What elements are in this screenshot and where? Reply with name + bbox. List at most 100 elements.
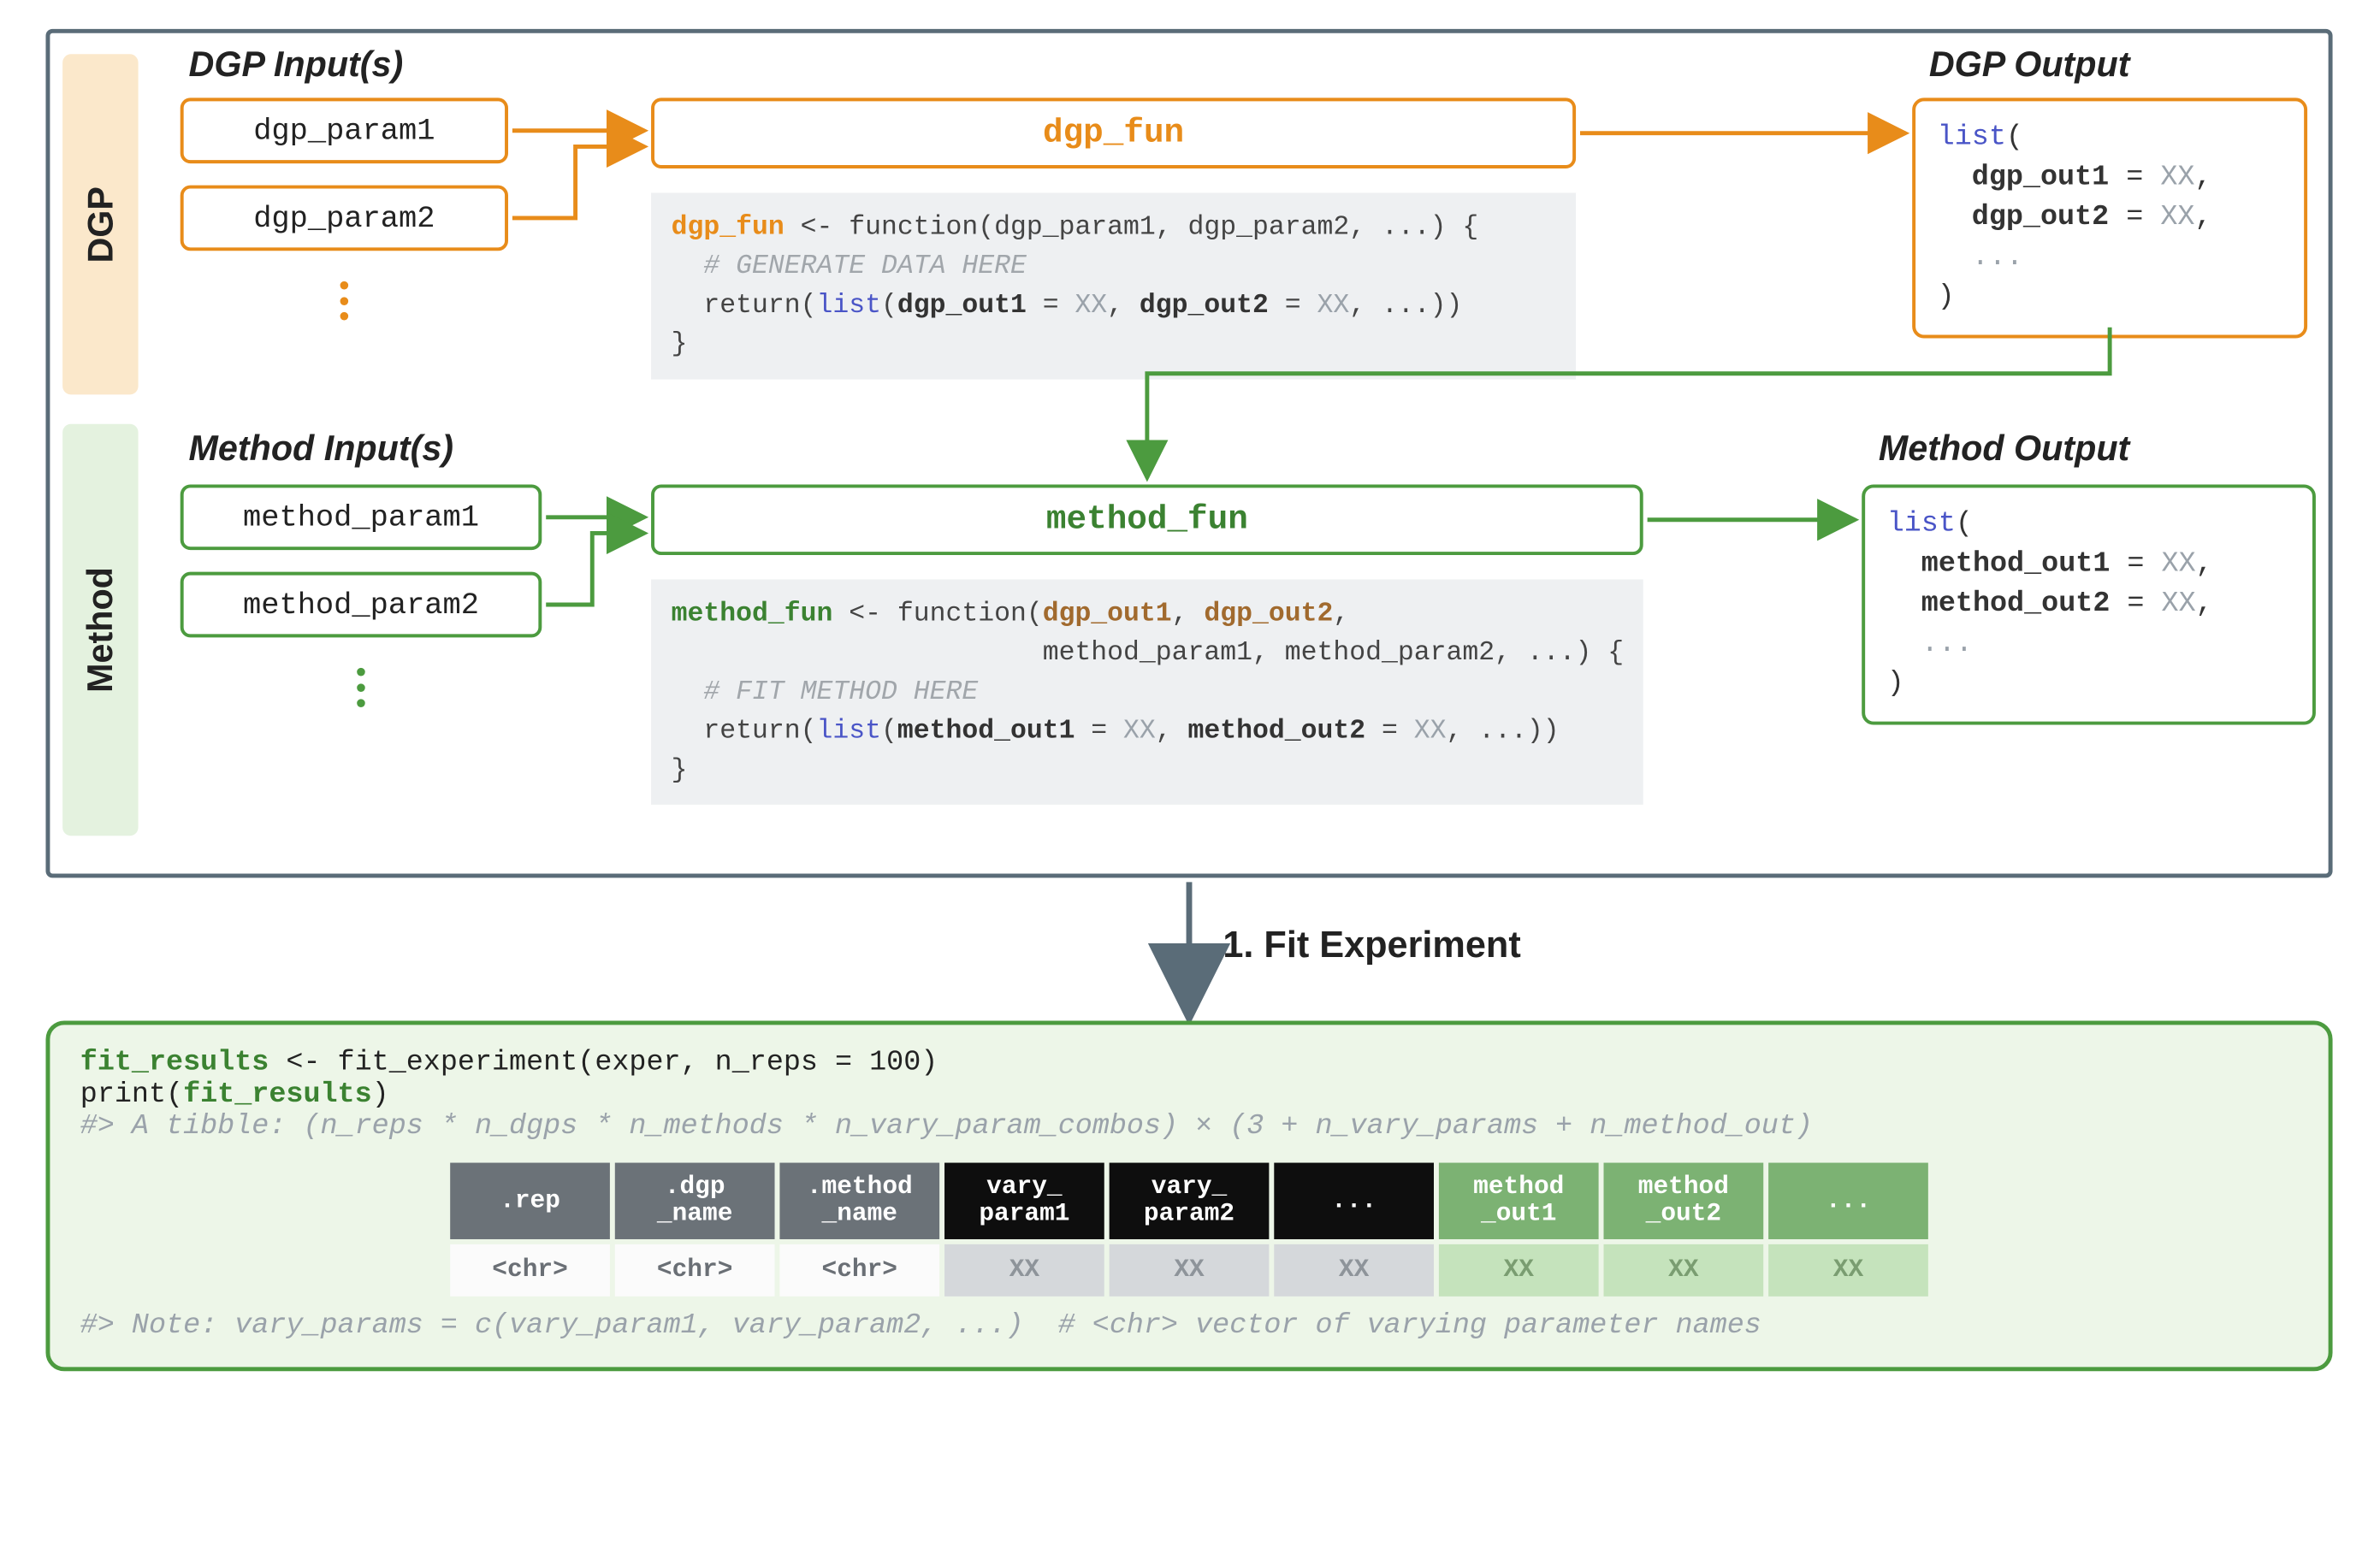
method-params-ellipsis: ••• <box>353 665 370 712</box>
code-token: = <box>1365 715 1414 746</box>
table-header-cell: .dgp_name <box>615 1163 775 1239</box>
code-comment: # FIT METHOD HERE <box>672 676 979 706</box>
code-token: XX <box>1414 715 1447 746</box>
method-param2-label: method_param2 <box>243 588 479 622</box>
code-token: return( <box>672 289 817 320</box>
code-token: dgp_out1 <box>1043 598 1172 629</box>
dgp-fun-box: dgp_fun <box>651 97 1576 168</box>
table-row: <chr><chr><chr>XXXXXXXXXXXX <box>450 1244 1928 1297</box>
table-cell: <chr> <box>615 1244 775 1297</box>
table-cell: XX <box>1604 1244 1764 1297</box>
code-token: ( <box>881 715 897 746</box>
table-cell: XX <box>1439 1244 1599 1297</box>
code-token: dgp_out2 <box>1140 289 1269 320</box>
out-token: = <box>2110 588 2161 620</box>
out-token: XX <box>2160 201 2194 233</box>
method-code-block: method_fun <- function(dgp_out1, dgp_out… <box>651 580 1643 805</box>
dgp-output-title: DGP Output <box>1929 44 2130 85</box>
out-token: method_out2 <box>1921 588 2111 620</box>
code-token: method_param1, method_param2, ...) { <box>672 637 1624 668</box>
dgp-param2-label: dgp_param2 <box>253 201 435 235</box>
table-cell: XX <box>1110 1244 1270 1297</box>
out-token: dgp_out2 <box>1972 201 2109 233</box>
code-token: = <box>1075 715 1123 746</box>
code-token: method_out1 <box>897 715 1075 746</box>
fit-results-table: .rep.dgp_name.method_namevary_param1vary… <box>445 1158 1933 1302</box>
code-token: ( <box>881 289 897 320</box>
dgp-sidebar-label: DGP <box>80 186 121 263</box>
method-param2-pill: method_param2 <box>181 572 542 638</box>
table-cell: XX <box>1768 1244 1928 1297</box>
out-token: ) <box>1938 281 1955 313</box>
out-token: method_out1 <box>1921 548 2111 580</box>
table-header-cell: method_out1 <box>1439 1163 1599 1239</box>
out-token: XX <box>2160 162 2194 193</box>
code-token: method_out2 <box>1188 715 1366 746</box>
out-token: list <box>1887 508 1956 540</box>
dgp-sidebar: DGP <box>62 54 138 394</box>
fit-line-2: print(fit_results) <box>80 1078 2298 1110</box>
table-header-cell: method_out2 <box>1604 1163 1764 1239</box>
method-output-title: Method Output <box>1879 428 2129 469</box>
method-param1-label: method_param1 <box>243 500 479 535</box>
dgp-fun-label: dgp_fun <box>1043 115 1184 152</box>
code-token: dgp_fun <box>672 211 784 242</box>
code-token: dgp_out2 <box>1204 598 1333 629</box>
code-token: <- function(dgp_param1, dgp_param2, ...)… <box>784 211 1478 242</box>
out-token: ... <box>1938 241 2023 273</box>
code-token: XX <box>1317 289 1350 320</box>
fit-tibble-line: #> A tibble: (n_reps * n_dgps * n_method… <box>80 1111 2298 1143</box>
code-token: } <box>672 328 688 359</box>
table-header-cell: ... <box>1768 1163 1928 1239</box>
dgp-inputs-title: DGP Input(s) <box>189 44 404 85</box>
code-token: XX <box>1075 289 1107 320</box>
dgp-code-block: dgp_fun <- function(dgp_param1, dgp_para… <box>651 192 1576 379</box>
code-token: list <box>816 715 880 746</box>
code-token: fit_results <box>80 1047 269 1078</box>
code-token: method_fun <box>672 598 833 629</box>
method-sidebar-label: Method <box>80 567 121 693</box>
dgp-param1-pill: dgp_param1 <box>181 97 508 163</box>
code-token: <- function( <box>832 598 1042 629</box>
code-token: = <box>1027 289 1075 320</box>
dgp-params-ellipsis: ••• <box>337 278 354 325</box>
table-header-cell: vary_param1 <box>944 1163 1104 1239</box>
method-fun-box: method_fun <box>651 484 1643 555</box>
code-token: return( <box>672 715 817 746</box>
dgp-param1-label: dgp_param1 <box>253 114 435 148</box>
code-token: , ...)) <box>1446 715 1559 746</box>
dgp-output-box: list( dgp_out1 = XX, dgp_out2 = XX, ... … <box>1912 97 2307 338</box>
method-param1-pill: method_param1 <box>181 484 542 550</box>
out-token: ... <box>1887 628 1973 659</box>
diagram-canvas: DGP Method DGP Input(s) dgp_param1 dgp_p… <box>21 21 2359 1521</box>
code-token: = <box>1269 289 1317 320</box>
code-token: } <box>672 754 688 785</box>
out-token: ( <box>2006 121 2023 153</box>
out-token: dgp_out1 <box>1972 162 2109 193</box>
code-token: <- fit_experiment(exper, n_reps = 100) <box>269 1047 938 1078</box>
table-header-cell: ... <box>1274 1163 1434 1239</box>
table-header-cell: .method_name <box>779 1163 939 1239</box>
table-header-row: .rep.dgp_name.method_namevary_param1vary… <box>450 1163 1928 1239</box>
fit-results-box: fit_results <- fit_experiment(exper, n_r… <box>45 1020 2332 1371</box>
method-fun-label: method_fun <box>1046 501 1248 539</box>
code-token: , <box>1172 598 1205 629</box>
code-comment: # GENERATE DATA HERE <box>672 251 1027 281</box>
out-token: = <box>2109 162 2160 193</box>
table-cell: XX <box>944 1244 1104 1297</box>
code-token: , <box>1333 598 1349 629</box>
method-sidebar: Method <box>62 424 138 836</box>
code-token: , ...)) <box>1349 289 1462 320</box>
out-token: ( <box>1956 508 1973 540</box>
table-cell: <chr> <box>779 1244 939 1297</box>
out-token: XX <box>2162 588 2196 620</box>
fit-step-label: 1. Fit Experiment <box>1223 924 1520 966</box>
dgp-param2-pill: dgp_param2 <box>181 186 508 251</box>
code-token: list <box>816 289 880 320</box>
code-token: fit_results <box>183 1078 372 1110</box>
method-output-box: list( method_out1 = XX, method_out2 = XX… <box>1862 484 2316 724</box>
out-token: = <box>2110 548 2161 580</box>
table-cell: <chr> <box>450 1244 610 1297</box>
fit-line-1: fit_results <- fit_experiment(exper, n_r… <box>80 1047 2298 1078</box>
table-header-cell: .rep <box>450 1163 610 1239</box>
